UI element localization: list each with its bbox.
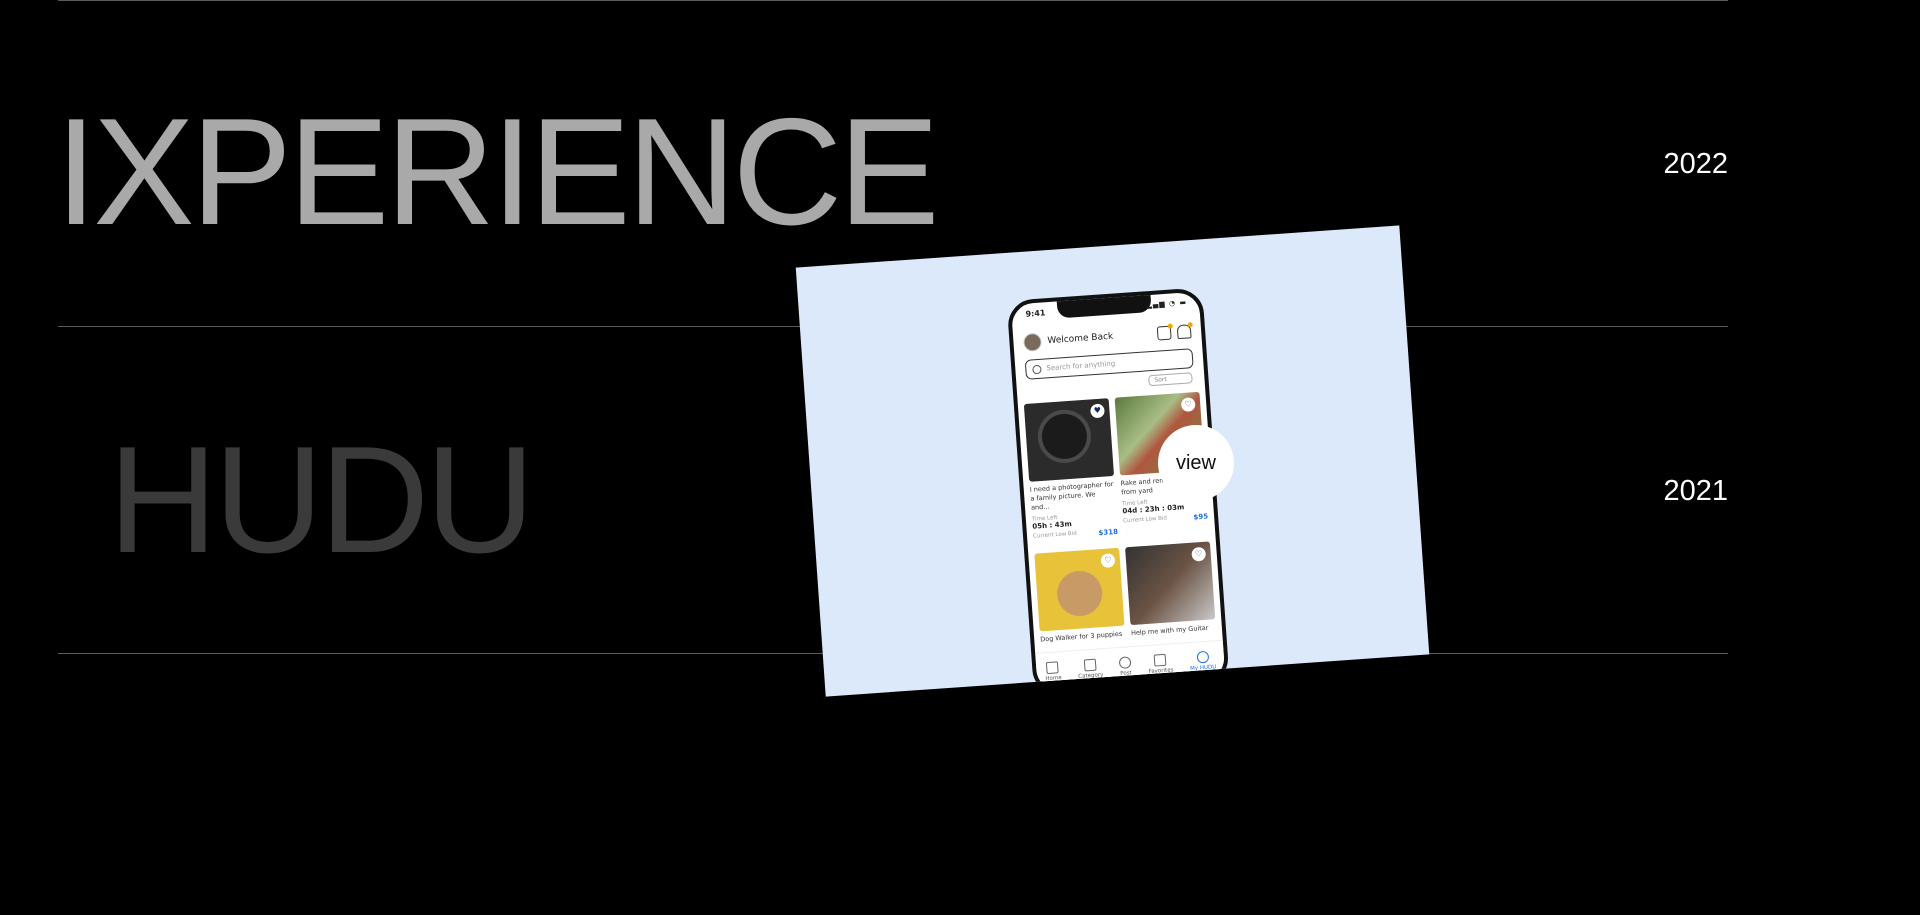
price: $95	[1193, 512, 1209, 522]
project-title[interactable]: HUDU	[108, 424, 535, 576]
tab-home: Home	[1044, 661, 1062, 682]
tab-label: Home	[1045, 675, 1062, 683]
heart-icon: ♡	[1191, 546, 1207, 562]
listing-card: ♥ I need a photographer for a family pic…	[1023, 398, 1119, 547]
heart-icon: ♡	[1180, 397, 1196, 413]
status-time: 9:41	[1025, 308, 1046, 319]
plus-circle-icon	[1118, 656, 1132, 670]
project-preview-card[interactable]: 9:41 ▂▄▆ ◔ ▬ Welcome Back Search for any…	[795, 225, 1430, 697]
tab-favorites: Favorites	[1148, 653, 1174, 675]
home-icon	[1046, 661, 1060, 675]
tab-post: Post	[1118, 656, 1132, 677]
price: $318	[1098, 527, 1119, 538]
divider-top	[58, 0, 1728, 1]
heart-icon: ♡	[1100, 552, 1116, 568]
bid-row: Current Low Bid $95	[1123, 512, 1208, 526]
camera-photo: ♥	[1023, 398, 1115, 482]
bell-icon	[1176, 324, 1192, 340]
greeting: Welcome Back	[1047, 331, 1114, 347]
search-placeholder: Search for anything	[1046, 359, 1116, 373]
app-header: Welcome Back	[1022, 322, 1192, 352]
tab-my-hudu: My HUDU	[1189, 650, 1217, 673]
avatar	[1022, 332, 1043, 352]
sort-select: Sort	[1148, 372, 1193, 387]
search-icon	[1032, 364, 1042, 374]
view-button[interactable]: view	[1158, 425, 1234, 501]
listing-desc: I need a photographer for a family pictu…	[1029, 480, 1114, 512]
chat-icon	[1156, 325, 1172, 341]
bid-label: Current Low Bid	[1032, 530, 1077, 540]
tab-label: Favorites	[1148, 667, 1174, 675]
listing-desc: Help me with my Guitar	[1130, 623, 1209, 637]
user-icon	[1196, 650, 1209, 664]
project-year: 2022	[1663, 148, 1728, 180]
tab-category: Category	[1077, 658, 1104, 680]
tab-label: My HUDU	[1189, 664, 1217, 673]
bid-row: Current Low Bid $318	[1033, 528, 1118, 542]
dog-photo: ♡	[1034, 547, 1125, 631]
heart-icon: ♥	[1089, 403, 1105, 419]
guitar-photo: ♡	[1125, 540, 1216, 625]
signal-icon: ▂▄▆ ◔ ▬	[1146, 298, 1188, 310]
listing-card: ♡ Help me with my Guitar	[1125, 540, 1217, 643]
tab-label: Category	[1078, 672, 1104, 680]
heart-icon	[1153, 653, 1167, 667]
project-year: 2021	[1663, 475, 1728, 507]
tab-label: Post	[1120, 670, 1132, 677]
project-title[interactable]: IXPERIENCE	[55, 96, 940, 248]
bid-label: Current Low Bid	[1123, 515, 1168, 525]
listing-desc: Dog Walker for 3 puppies	[1039, 629, 1123, 643]
menu-icon	[1083, 658, 1097, 672]
listing-card: ♡ Dog Walker for 3 puppies	[1034, 547, 1126, 649]
